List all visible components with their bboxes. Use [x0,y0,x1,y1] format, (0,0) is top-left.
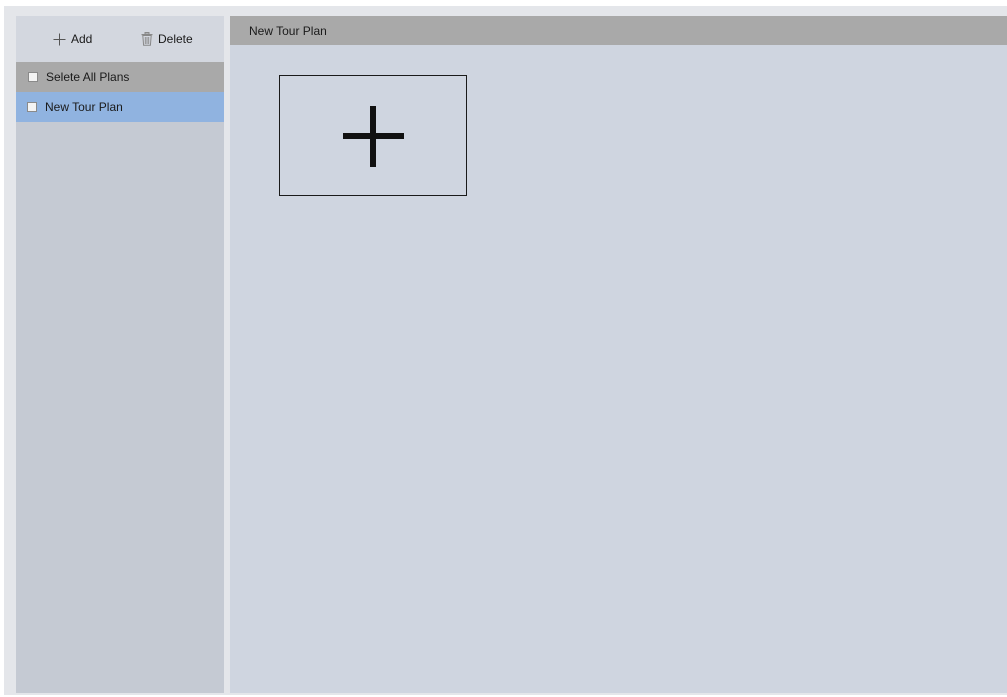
tour-plan-window: Add Delete Selete All Plans New Tour Pla… [4,6,1007,695]
select-all-checkbox[interactable] [28,72,38,82]
plan-checkbox[interactable] [27,102,37,112]
plan-sidebar: Add Delete Selete All Plans New Tour Pla… [16,16,224,693]
page-title: New Tour Plan [249,23,327,38]
select-all-row[interactable]: Selete All Plans [16,62,224,92]
trash-icon [141,32,153,46]
delete-button-label: Delete [158,32,193,46]
list-item[interactable]: New Tour Plan [16,92,224,122]
add-button[interactable]: Add [53,30,92,48]
sidebar-toolbar: Add Delete [16,16,224,62]
plan-content-area: New Tour Plan [230,16,1007,693]
delete-button[interactable]: Delete [141,30,193,48]
plan-item-label: New Tour Plan [45,100,123,114]
add-button-label: Add [71,32,93,46]
plus-icon [53,33,66,46]
select-all-label: Selete All Plans [46,70,130,84]
plan-title-bar: New Tour Plan [230,16,1007,45]
add-tour-item-button[interactable] [279,75,467,196]
